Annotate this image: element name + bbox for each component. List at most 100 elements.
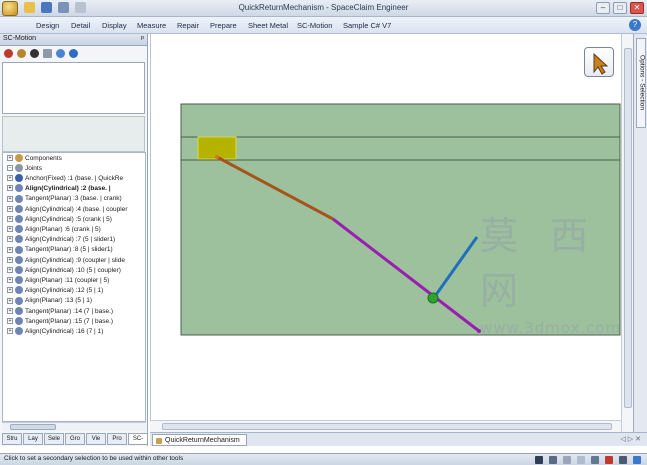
tree-node-components[interactable]: + Components [7, 154, 62, 164]
joint-tree-item[interactable]: + Anchor(Fixed) :1 (base. | QuickRe [7, 174, 123, 184]
select-tool-button[interactable] [584, 47, 614, 77]
document-nav-controls[interactable]: ◁ ▷ ✕ [620, 435, 641, 443]
minimize-button[interactable]: – [596, 2, 610, 14]
tab-sc-motion-panel[interactable]: SC- [128, 433, 148, 445]
wheel-icon[interactable] [30, 49, 39, 58]
color-icon[interactable] [605, 456, 613, 464]
grid-icon[interactable] [43, 49, 52, 58]
expand-icon[interactable]: + [7, 195, 13, 202]
joint-icon [15, 317, 23, 326]
window-controls: – □ ✕ [596, 2, 644, 14]
tab-design[interactable]: Design [36, 21, 59, 30]
status-tools [535, 456, 641, 464]
crank-pivot[interactable] [427, 292, 439, 304]
expand-icon[interactable]: + [7, 226, 13, 233]
joint-label: Tangent(Planar) :8 (5 | slider1) [25, 246, 113, 254]
joint-icon [15, 235, 23, 244]
expand-icon[interactable]: + [7, 216, 13, 223]
slider-pin [215, 155, 219, 159]
expand-icon[interactable]: + [7, 256, 13, 263]
joint-icon [15, 327, 23, 336]
joint-tree-item[interactable]: + Align(Cylindrical) :7 (5 | slider1) [7, 235, 115, 245]
tab-detail[interactable]: Detail [71, 21, 90, 30]
expand-icon[interactable]: + [7, 287, 13, 294]
ladybug-icon[interactable] [4, 49, 13, 58]
view-icon[interactable] [577, 456, 585, 464]
sketch-icon[interactable] [633, 456, 641, 464]
zoom-icon[interactable] [591, 456, 599, 464]
joint-tree-item[interactable]: + Tangent(Planar) :3 (base. | crank) [7, 194, 122, 204]
joint-tree-item[interactable]: + Tangent(Planar) :14 (7 | base.) [7, 306, 113, 317]
joint-icon [15, 184, 23, 193]
collapse-icon[interactable]: − [7, 165, 13, 172]
close-button[interactable]: ✕ [630, 2, 644, 14]
status-bar: Click to set a secondary selection to be… [0, 453, 647, 465]
expand-icon[interactable]: + [7, 267, 13, 274]
tab-groups[interactable]: Gro [65, 433, 85, 445]
help-icon[interactable]: ? [629, 19, 641, 31]
expand-icon[interactable]: + [7, 318, 13, 325]
tab-views[interactable]: Vie [86, 433, 106, 445]
joint-tree-item[interactable]: + Align(Planar) :6 (crank | 5) [7, 225, 101, 235]
watermark: 莫 西 网 www.3dmox.com [480, 205, 647, 337]
tab-repair[interactable]: Repair [177, 21, 199, 30]
motion-list-box[interactable] [2, 62, 145, 114]
joint-label: Anchor(Fixed) :1 (base. | QuickRe [25, 175, 124, 182]
expand-icon[interactable]: + [7, 297, 13, 304]
expand-icon[interactable]: + [7, 236, 13, 243]
tab-properties[interactable]: Pro [107, 433, 127, 445]
expand-icon[interactable]: + [7, 205, 13, 212]
box-select-icon[interactable] [563, 456, 571, 464]
maximize-button[interactable]: □ [613, 2, 627, 14]
expand-icon[interactable]: + [7, 155, 13, 162]
components-icon [15, 154, 23, 163]
expand-icon[interactable]: + [7, 175, 13, 182]
tree-horizontal-scrollbar[interactable] [2, 422, 146, 431]
tab-prepare[interactable]: Prepare [210, 21, 237, 30]
tab-sc-motion[interactable]: SC-Motion [297, 21, 332, 30]
joint-tree-item[interactable]: + Align(Cylindrical) :16 (7 | 1) [7, 327, 103, 337]
tab-sample-csharp[interactable]: Sample C# V7 [343, 21, 391, 30]
tab-selection[interactable]: Sele [44, 433, 64, 445]
expand-icon[interactable]: + [7, 307, 13, 314]
help-circle-icon[interactable] [56, 49, 65, 58]
joint-tree-item[interactable]: + Align(Cylindrical) :4 (base. | coupler [7, 204, 127, 215]
info-icon[interactable] [69, 49, 78, 58]
joint-tree-item[interactable]: + Align(Planar) :13 (5 | 1) [7, 296, 92, 306]
document-icon [156, 438, 162, 444]
joint-icon [15, 296, 23, 305]
joint-tree-item[interactable]: + Tangent(Planar) :15 (7 | base.) [7, 317, 113, 327]
expand-icon[interactable]: + [7, 277, 13, 284]
joint-tree-item[interactable]: + Align(Cylindrical) :5 (crank | 5) [7, 215, 112, 225]
tree-node-joints[interactable]: − Joints [7, 164, 42, 174]
joint-tree-item[interactable]: + Align(Cylindrical) :10 (5 | coupler) [7, 266, 121, 276]
joint-tree-item[interactable]: + Align(Cylindrical) :12 (5 | 1) [7, 286, 103, 296]
joint-label: Align(Planar) :13 (5 | 1) [25, 297, 93, 305]
tab-measure[interactable]: Measure [137, 21, 166, 30]
joint-label: Align(Planar) :6 (crank | 5) [25, 226, 101, 233]
joint-tree-item[interactable]: + Tangent(Planar) :8 (5 | slider1) [7, 245, 113, 255]
joint-tree-item[interactable]: + Align(Planar) :11 (coupler | 5) [7, 276, 109, 286]
select-mode-icon[interactable] [549, 456, 557, 464]
tab-layers[interactable]: Lay [23, 433, 43, 445]
joints-tree: + Components − Joints + Anchor(Fixed) :1 (b… [2, 152, 146, 422]
joint-tree-item[interactable]: + Align(Cylindrical) :9 (coupler | slide [7, 255, 125, 266]
tab-display[interactable]: Display [102, 21, 127, 30]
scrollbar-thumb[interactable] [10, 424, 56, 430]
expand-icon[interactable]: + [7, 246, 13, 253]
tab-structure[interactable]: Stru [2, 433, 22, 445]
options-selection-tab[interactable]: Options - Selection [636, 38, 646, 128]
joint-icon [15, 276, 23, 285]
tab-sheet-metal[interactable]: Sheet Metal [248, 21, 288, 30]
canvas-horizontal-scrollbar[interactable] [150, 420, 621, 432]
select-arrow-icon[interactable] [535, 456, 543, 464]
magnifier-icon[interactable] [619, 456, 627, 464]
joint-tree-item[interactable]: + Align(Cylindrical) :2 (base. | [7, 184, 111, 194]
document-tab[interactable]: QuickReturnMechanism [152, 434, 247, 446]
scrollbar-thumb[interactable] [162, 423, 612, 430]
hammer-icon[interactable] [17, 49, 26, 58]
expand-icon[interactable]: + [7, 185, 13, 192]
pin-icon[interactable]: ᵖ [141, 34, 144, 43]
expand-icon[interactable]: + [7, 328, 13, 335]
ribbon-tabs: Design Detail Display Measure Repair Pre… [0, 17, 647, 34]
